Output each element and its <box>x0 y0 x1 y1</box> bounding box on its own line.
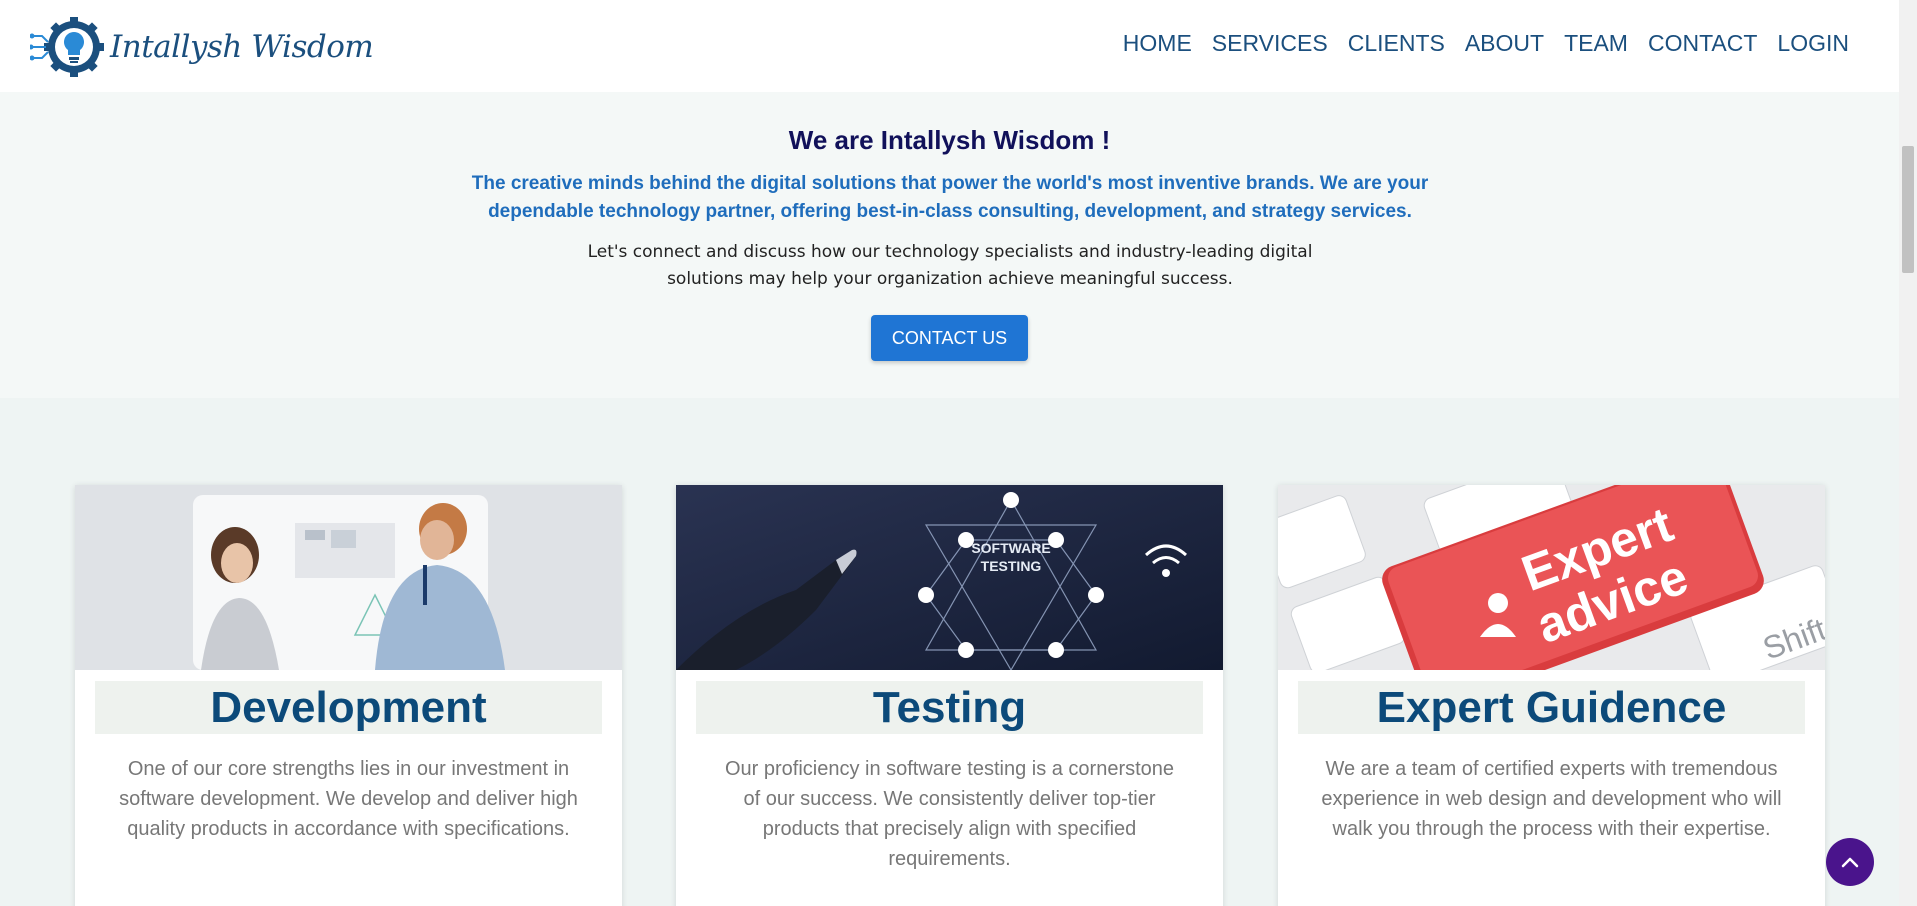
nav-team[interactable]: TEAM <box>1564 30 1628 57</box>
card-title-testing: Testing <box>696 681 1203 734</box>
service-card-expert: Expert advice Shift Expert Guidence We a… <box>1278 485 1825 906</box>
service-card-development: Development One of our core strengths li… <box>75 485 622 906</box>
contact-us-button[interactable]: CONTACT US <box>871 315 1028 361</box>
nav-login[interactable]: LOGIN <box>1777 30 1849 57</box>
brand-logo[interactable]: Intallysh Wisdom <box>30 16 374 78</box>
card-text-development: One of our core strengths lies in our in… <box>119 758 578 840</box>
brand-name: Intallysh Wisdom <box>110 29 374 65</box>
card-text-testing: Our proficiency in software testing is a… <box>724 758 1175 870</box>
nav-about[interactable]: ABOUT <box>1465 30 1544 57</box>
back-to-top-button[interactable] <box>1826 838 1874 886</box>
nav-home[interactable]: HOME <box>1123 30 1192 57</box>
card-text-expert: We are a team of certified experts with … <box>1321 758 1782 840</box>
navbar: Intallysh Wisdom HOME SERVICES CLIENTS A… <box>0 0 1899 92</box>
nav-services[interactable]: SERVICES <box>1212 30 1328 57</box>
software-label: SOFTWARE <box>971 540 1050 556</box>
nav-clients[interactable]: CLIENTS <box>1348 30 1445 57</box>
scrollbar-thumb[interactable] <box>1902 146 1914 273</box>
service-card-testing: SOFTWARE TESTING Testing Our proficiency… <box>676 485 1223 906</box>
hero-body: Let's connect and discuss how our techno… <box>587 242 1313 289</box>
hero-subtitle: The creative minds behind the digital so… <box>471 173 1429 222</box>
nav-contact[interactable]: CONTACT <box>1648 30 1757 57</box>
gear-bulb-icon <box>30 17 104 77</box>
card-title-expert: Expert Guidence <box>1298 681 1805 734</box>
testing-label: TESTING <box>981 558 1042 574</box>
main-nav: HOME SERVICES CLIENTS ABOUT TEAM CONTACT… <box>1123 30 1849 57</box>
page-scrollbar[interactable] <box>1899 0 1917 906</box>
testing-image: SOFTWARE TESTING <box>676 485 1223 670</box>
hero-section: We are Intallysh Wisdom ! The creative m… <box>0 92 1899 398</box>
hero-title: We are Intallysh Wisdom ! <box>788 125 1111 155</box>
expert-image: Expert advice Shift <box>1278 485 1825 670</box>
chevron-up-icon <box>1841 857 1859 868</box>
development-image <box>75 485 622 670</box>
card-title-development: Development <box>95 681 602 734</box>
